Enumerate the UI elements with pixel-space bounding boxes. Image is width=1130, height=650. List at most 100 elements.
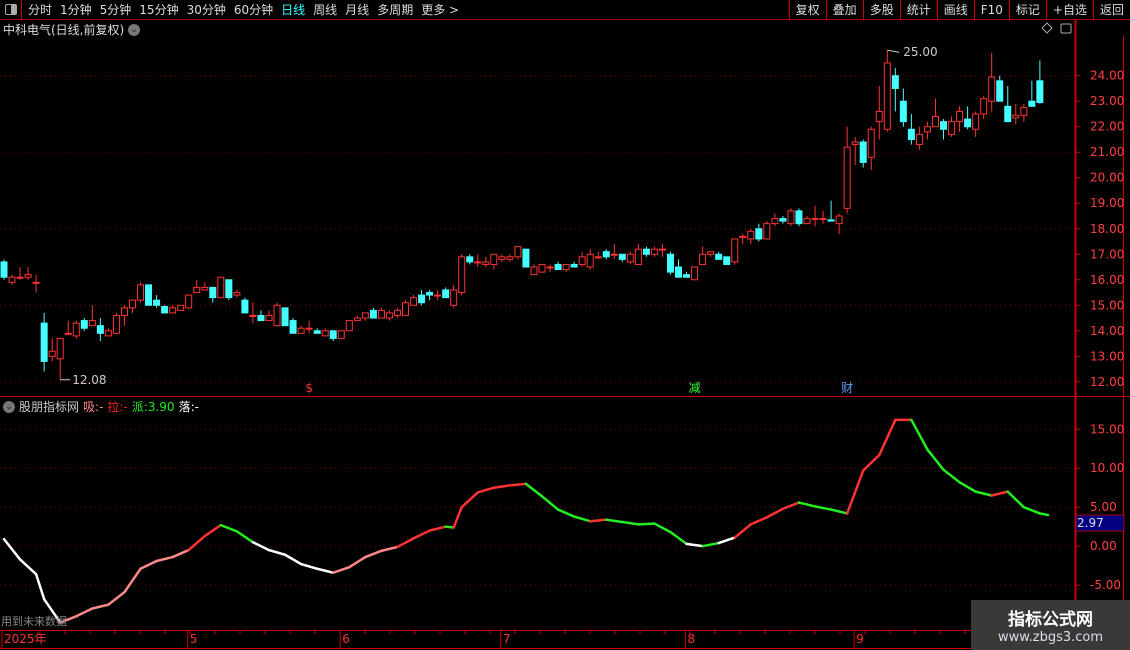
candle (104, 328, 112, 337)
candle-body (723, 256, 731, 265)
candle (707, 251, 715, 257)
indicator-line-segment (91, 603, 110, 610)
indicator-tick-label: 15.00 (1090, 422, 1124, 436)
candle (803, 216, 811, 225)
kline-chart[interactable]: 24.00 23.00 22.00 21.00 20.00 19.00 18.00 17.00… (0, 0, 1130, 650)
candle (201, 282, 209, 291)
date-label: 9 (856, 632, 864, 646)
candle-body (249, 314, 257, 317)
candle (940, 119, 948, 140)
candle-body (80, 320, 88, 329)
candle-body (899, 100, 907, 123)
indicator-line-segment (910, 418, 929, 451)
price-tick-label: 20.00 (1090, 171, 1124, 185)
candle (161, 305, 169, 314)
candle-body (755, 228, 763, 240)
candle (128, 299, 136, 313)
candle (450, 284, 458, 308)
price-tick-label: 17.00 (1090, 247, 1124, 261)
candle-body (779, 218, 787, 222)
candle (723, 256, 731, 265)
candle (755, 223, 763, 242)
candle-body (618, 253, 626, 260)
candle-body (578, 256, 586, 265)
indicator-line-segment (797, 501, 817, 508)
candle (1004, 85, 1012, 123)
candle (739, 233, 747, 245)
candle-body (835, 215, 843, 225)
indicator-line-segment (299, 562, 319, 571)
candle-body (795, 210, 803, 225)
candle-body (145, 284, 153, 306)
candle (883, 50, 891, 132)
indicator-line-segment (315, 567, 335, 574)
candle (562, 263, 570, 273)
candle-body (787, 210, 795, 225)
candle-body (843, 146, 851, 209)
candle-body (1012, 114, 1020, 119)
indicator-line-segment (412, 529, 431, 540)
candle-body (16, 276, 24, 279)
candle-body (120, 307, 128, 316)
candle-body (329, 330, 337, 339)
candle-body (64, 332, 72, 335)
candle (498, 254, 506, 262)
event-marker: 财 (841, 381, 853, 395)
date-label: 8 (688, 632, 696, 646)
indicator-line-segment (283, 553, 303, 566)
indicator-line-segment (187, 534, 206, 552)
candle-body (940, 121, 948, 130)
candle (385, 310, 393, 321)
candle-body (1020, 107, 1028, 116)
indicator-tick-label: 10.00 (1090, 461, 1124, 475)
candle (618, 253, 626, 262)
candle-body (177, 304, 185, 311)
indicator-line-segment (556, 508, 576, 518)
indicator-line-segment (878, 418, 897, 457)
candle-body (289, 320, 297, 334)
indicator-line-segment (621, 520, 640, 526)
indicator-line-segment (396, 537, 415, 549)
candle-body (739, 235, 747, 238)
candle (956, 106, 964, 132)
candle-body (1028, 100, 1036, 107)
candle-body (691, 266, 699, 281)
indicator-line-segment (75, 607, 94, 618)
candle-body (450, 289, 458, 306)
candle-body (104, 330, 112, 337)
candle-body (602, 251, 610, 258)
indicator-line-segment (460, 491, 480, 509)
candle-body (233, 292, 241, 296)
candle (851, 136, 859, 165)
candle (32, 274, 40, 293)
indicator-line-segment (34, 572, 46, 601)
candle-body (353, 317, 361, 322)
candle (377, 307, 385, 319)
candle (570, 261, 578, 268)
candle (249, 302, 257, 324)
candle (843, 126, 851, 214)
candle-body (731, 238, 739, 263)
indicator-line-segment (2, 537, 22, 561)
candle (763, 221, 771, 240)
candle (120, 305, 128, 326)
candle (257, 310, 265, 322)
candle (24, 267, 32, 280)
candle-body (257, 314, 265, 322)
candle (996, 75, 1004, 102)
candle (594, 251, 602, 260)
candle (626, 251, 634, 265)
candle-body (265, 314, 273, 322)
candle-body (96, 325, 104, 334)
candle (329, 330, 337, 341)
candle-body (666, 253, 674, 273)
indicator-line-segment (958, 481, 977, 493)
candle-body (546, 266, 554, 269)
candle-body (675, 266, 683, 278)
candle (56, 337, 64, 380)
candle-body (201, 286, 209, 291)
candle (233, 289, 241, 298)
candle (1020, 103, 1028, 122)
candle (145, 284, 153, 306)
candle (931, 98, 939, 128)
